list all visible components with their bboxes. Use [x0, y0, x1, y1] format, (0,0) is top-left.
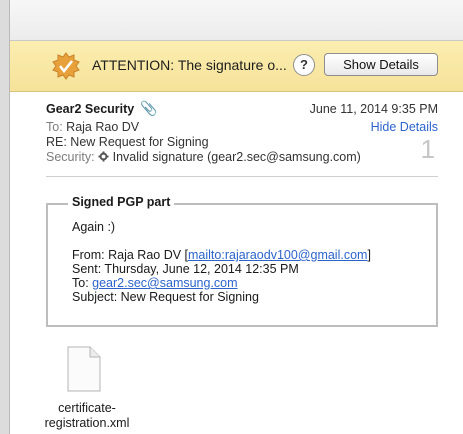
xml-file-icon[interactable]: [66, 346, 102, 392]
pgp-from-line: From: Raja Rao DV [mailto:rajaraodv100@g…: [72, 248, 371, 262]
header-divider: [46, 176, 438, 177]
pgp-greeting: Again :): [72, 220, 116, 234]
attachment-name-line2[interactable]: registration.xml: [42, 416, 132, 430]
security-value: Invalid signature (gear2.sec@samsung.com…: [112, 150, 361, 164]
security-label: Security:: [46, 150, 95, 164]
to-value: Raja Rao DV: [66, 120, 140, 134]
warning-badge-icon: [52, 52, 80, 80]
hide-details-link[interactable]: Hide Details: [371, 120, 438, 134]
attachment-clip-icon: 📎: [140, 100, 158, 116]
to-email-link[interactable]: gear2.sec@samsung.com: [92, 276, 237, 290]
sender-name: Gear2 Security: [46, 102, 135, 116]
to-label: To:: [46, 120, 63, 134]
to-line: To: Raja Rao DV: [46, 120, 139, 134]
message-count: 1: [420, 134, 435, 164]
show-details-button[interactable]: Show Details: [324, 53, 438, 76]
gear-icon: [98, 151, 109, 162]
from-prefix: From: Raja Rao DV [: [72, 248, 189, 262]
to-prefix: To:: [72, 276, 93, 290]
banner-text: ATTENTION: The signature o...: [92, 57, 287, 73]
pgp-subject-line: Subject: New Request for Signing: [72, 290, 259, 304]
attachment-name-line1[interactable]: certificate-: [42, 401, 132, 415]
pgp-title: Signed PGP part: [68, 195, 175, 209]
help-button[interactable]: ?: [293, 54, 315, 76]
pgp-sent-line: Sent: Thursday, June 12, 2014 12:35 PM: [72, 262, 299, 276]
from-mailto-link[interactable]: mailto:rajaraodv100@gmail.com: [188, 248, 367, 262]
signature-warning-banner: ATTENTION: The signature o... ? Show Det…: [10, 41, 463, 92]
message-date: June 11, 2014 9:35 PM: [309, 102, 438, 116]
subject-line: RE: New Request for Signing: [46, 135, 209, 149]
left-pane-edge: [0, 0, 10, 434]
pgp-to-line: To: gear2.sec@samsung.com: [72, 276, 238, 290]
from-suffix: ]: [367, 248, 371, 262]
toolbar-strip: [10, 0, 463, 41]
security-line: Security: Invalid signature (gear2.sec@s…: [46, 150, 361, 164]
